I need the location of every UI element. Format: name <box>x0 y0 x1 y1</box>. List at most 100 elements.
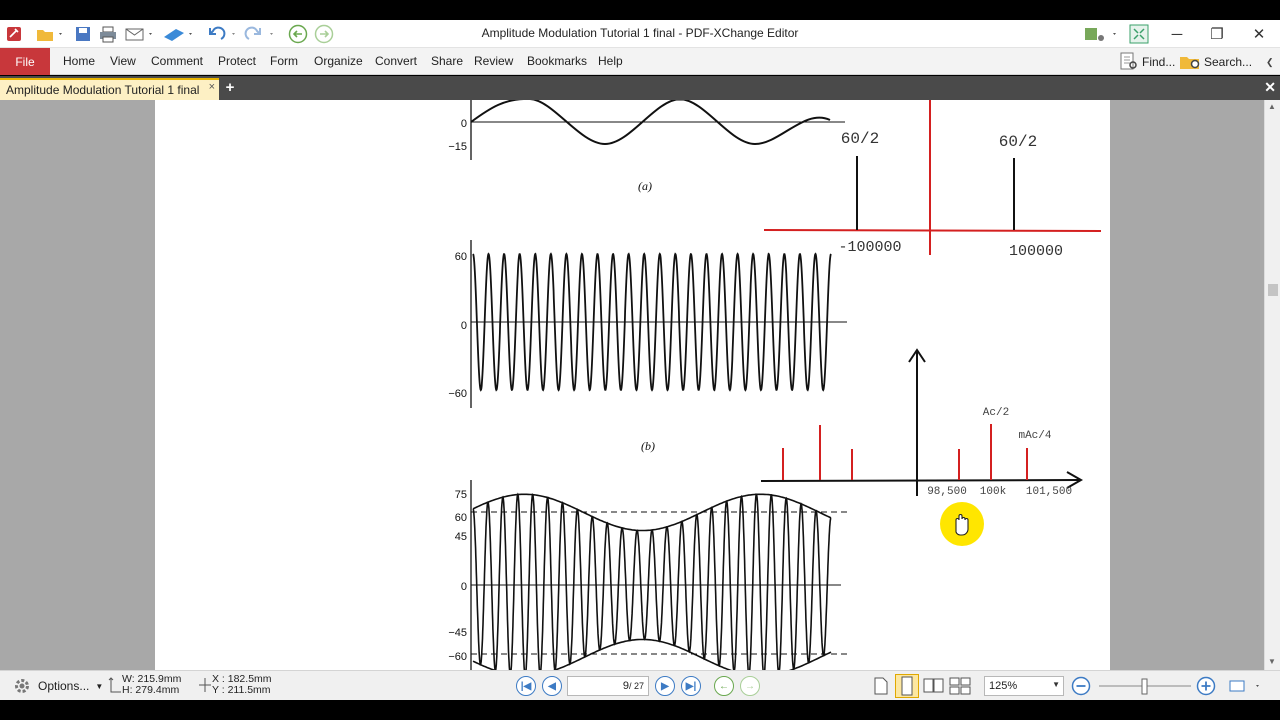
menu-share[interactable]: Share <box>431 54 463 68</box>
spectrum-2-tick-101500: 101,500 <box>1026 486 1072 498</box>
document-tab-bar: Amplitude Modulation Tutorial 1 final × … <box>0 76 1280 100</box>
status-bar: Options... ▼ W: 215.9mm H: 279.4mm X : 1… <box>0 670 1280 700</box>
find-button[interactable]: Find... <box>1118 51 1175 73</box>
page-size-icon <box>108 677 121 693</box>
fig-c-tick-neg45: −45 <box>448 627 467 639</box>
menu-review[interactable]: Review <box>474 54 513 68</box>
options-button[interactable]: Options... ▼ <box>12 676 103 696</box>
zoom-slider[interactable] <box>1097 676 1193 696</box>
next-page-icon: ▶ <box>655 676 675 696</box>
menu-protect[interactable]: Protect <box>218 54 256 68</box>
fig-a-tick-neg15: −15 <box>448 141 467 153</box>
spectrum-2-tick-98500: 98,500 <box>927 486 967 498</box>
menu-comment[interactable]: Comment <box>151 54 203 68</box>
fig-c-tick-60: 60 <box>455 512 467 524</box>
fig-a-caption: (a) <box>638 179 652 193</box>
previous-view-button[interactable]: ← <box>714 676 734 696</box>
page-graphics: 0 −15 (a) 60/2 60/2 -100000 100000 60 0 … <box>448 100 1102 670</box>
spectrum-2-sideband-label: mAc/4 <box>1018 430 1051 442</box>
next-view-icon: → <box>740 676 760 696</box>
zoom-out-button[interactable] <box>1071 676 1091 696</box>
fig-b-tick-neg60: −60 <box>448 388 467 400</box>
previous-page-icon: ◀ <box>542 676 562 696</box>
zoom-slider-track <box>1099 678 1191 695</box>
figure-b-carrier-waveform <box>470 240 847 408</box>
close-all-tabs-icon[interactable]: ✕ <box>1264 79 1276 96</box>
cursor-highlight <box>940 502 984 546</box>
fig-c-tick-neg60: −60 <box>448 651 467 663</box>
fig-b-caption: (b) <box>641 439 655 453</box>
fit-page-icon <box>1229 680 1259 692</box>
tab-document[interactable]: Amplitude Modulation Tutorial 1 final × <box>0 78 219 100</box>
spectrum-1-right-freq: 100000 <box>1009 243 1063 260</box>
spectrum-2-tick-100k: 100k <box>980 486 1007 498</box>
cursor-y: Y : 211.5mm <box>212 684 271 696</box>
spectrum-1-left-freq: -100000 <box>838 239 901 256</box>
next-view-button[interactable]: → <box>740 676 760 696</box>
pdf-page: 0 −15 (a) 60/2 60/2 -100000 100000 60 0 … <box>155 100 1110 670</box>
previous-page-button[interactable]: ◀ <box>542 676 562 696</box>
zoom-in-button[interactable] <box>1196 676 1216 696</box>
figure-c-am-waveform <box>470 480 847 670</box>
restore-button[interactable]: ❐ <box>1197 20 1237 48</box>
spectrum-2-carrier-label: Ac/2 <box>983 407 1009 419</box>
tab-close-icon[interactable]: × <box>209 81 215 93</box>
fullscreen-icon[interactable] <box>1128 23 1150 45</box>
zoom-value: 125% <box>989 680 1018 692</box>
zoom-dropdown-icon: ▼ <box>1052 680 1060 689</box>
cursor-position-readout: X : 182.5mm Y : 211.5mm <box>198 674 272 696</box>
menu-help[interactable]: Help <box>598 54 623 68</box>
zoom-in-icon <box>1196 676 1216 696</box>
find-icon <box>1120 52 1137 70</box>
new-tab-button[interactable]: + <box>222 80 238 96</box>
menu-organize[interactable]: Organize <box>314 54 363 68</box>
scroll-thumb[interactable] <box>1268 284 1278 296</box>
menu-file[interactable]: File <box>0 48 50 75</box>
fig-b-tick-0: 0 <box>461 320 467 332</box>
first-page-button[interactable]: |◀ <box>516 676 536 696</box>
single-page-icon <box>874 677 888 695</box>
options-dropdown-icon: ▼ <box>95 681 104 691</box>
menu-convert[interactable]: Convert <box>375 54 417 68</box>
last-page-icon: ▶| <box>681 676 701 696</box>
fig-b-tick-60: 60 <box>455 251 467 263</box>
continuous-view-button[interactable] <box>895 674 919 698</box>
page-number-field[interactable]: 9/ 27 <box>567 676 649 696</box>
last-page-button[interactable]: ▶| <box>681 676 701 696</box>
scroll-down-icon[interactable]: ▼ <box>1268 657 1276 666</box>
search-button[interactable]: Search... <box>1179 51 1252 73</box>
zoom-select[interactable]: 125% ▼ <box>984 676 1064 696</box>
spectrum-1-plot <box>763 100 1102 255</box>
ui-options-icon[interactable] <box>1082 23 1120 45</box>
title-bar: Amplitude Modulation Tutorial 1 final - … <box>0 20 1280 48</box>
facing-view-button[interactable] <box>922 676 946 696</box>
screen-letterbox-bottom <box>0 700 1280 720</box>
continuous-facing-view-button[interactable] <box>948 676 974 696</box>
search-icon <box>1180 57 1200 69</box>
menu-view[interactable]: View <box>110 54 136 68</box>
menu-bookmarks[interactable]: Bookmarks <box>527 54 587 68</box>
page-size-readout: W: 215.9mm H: 279.4mm <box>108 674 181 696</box>
close-window-button[interactable]: ✕ <box>1239 20 1279 48</box>
fig-c-tick-45: 45 <box>455 531 467 543</box>
spectrum-1-left-label: 60/2 <box>841 130 879 148</box>
scroll-up-icon[interactable]: ▲ <box>1268 102 1276 111</box>
find-label: Find... <box>1142 55 1176 69</box>
continuous-page-icon <box>895 674 919 698</box>
menu-chevron-icon[interactable]: ❮ <box>1266 51 1274 73</box>
fig-a-tick-0: 0 <box>461 118 467 130</box>
menu-home[interactable]: Home <box>63 54 95 68</box>
screen-letterbox-top <box>0 0 1280 20</box>
document-workspace[interactable]: 0 −15 (a) 60/2 60/2 -100000 100000 60 0 … <box>0 100 1264 670</box>
zoom-out-icon <box>1071 676 1091 696</box>
tab-document-label: Amplitude Modulation Tutorial 1 final <box>6 83 200 97</box>
spectrum-1-right-label: 60/2 <box>999 133 1037 151</box>
minimize-button[interactable]: ─ <box>1157 20 1197 48</box>
fit-options-button[interactable] <box>1228 676 1264 696</box>
menu-form[interactable]: Form <box>270 54 298 68</box>
vertical-scrollbar[interactable]: ▲ ▼ <box>1264 100 1280 670</box>
crosshair-icon <box>199 678 211 692</box>
next-page-button[interactable]: ▶ <box>655 676 675 696</box>
single-page-view-button[interactable] <box>872 676 890 696</box>
figure-a-waveform <box>470 100 845 160</box>
